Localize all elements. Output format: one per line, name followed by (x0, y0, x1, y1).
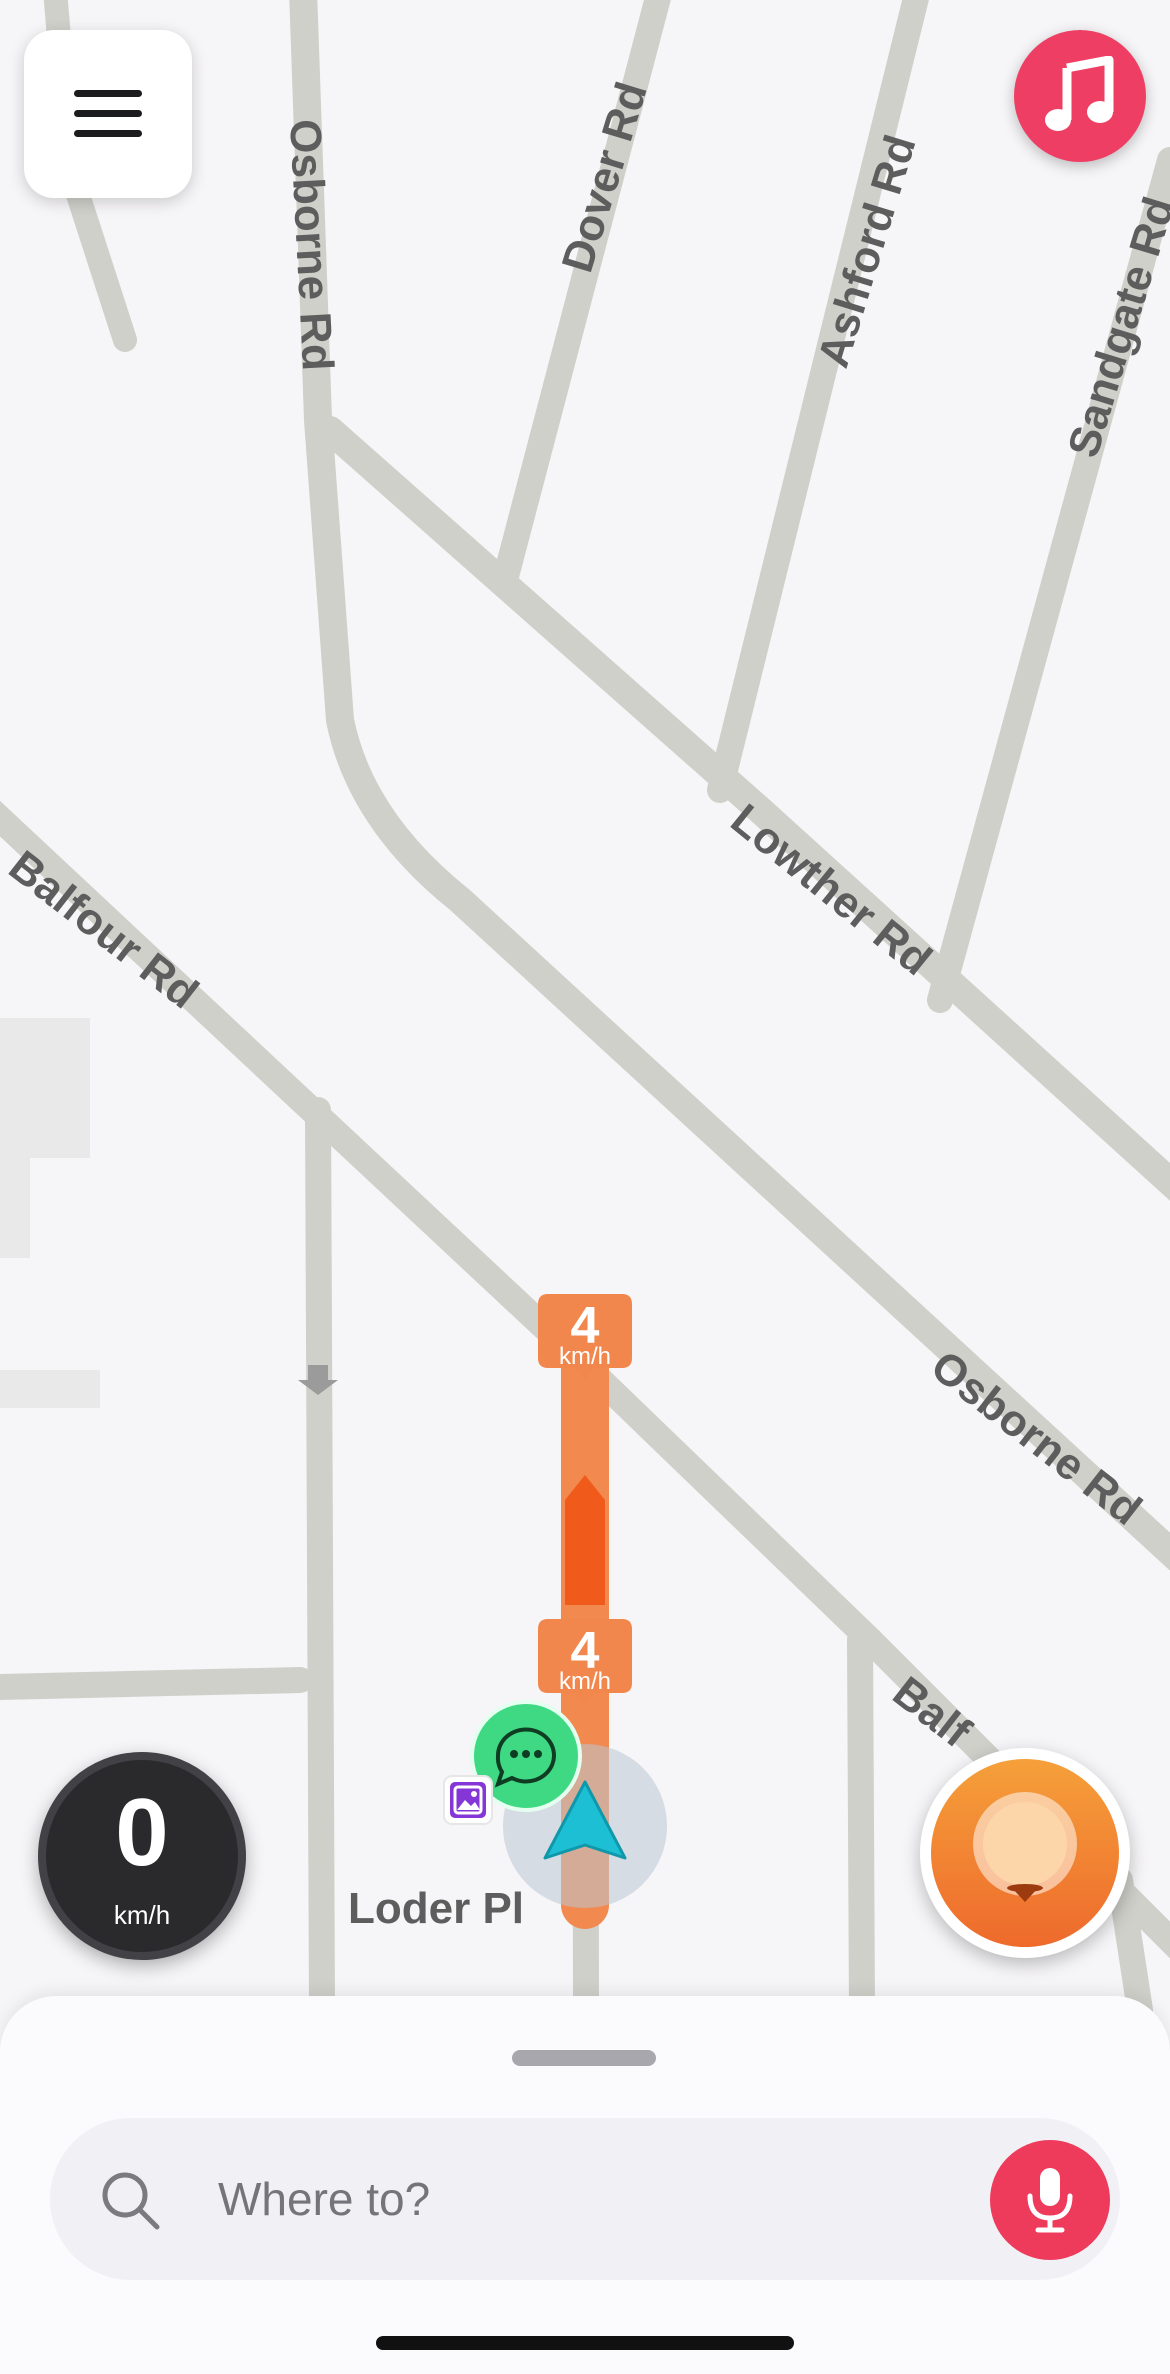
menu-button[interactable] (24, 30, 192, 198)
speedometer: 0 km/h (38, 1752, 246, 1960)
music-note-icon (1045, 56, 1114, 131)
building-block (0, 1370, 100, 1408)
sheet-grabber[interactable] (512, 2050, 656, 2066)
building-block (0, 1018, 90, 1258)
street-label-osborne-rd-north: Osborne Rd (280, 118, 342, 372)
report-pin-icon (973, 1792, 1077, 1902)
street-label-balfour-rd: Balfour Rd (0, 841, 207, 1018)
home-indicator (376, 2336, 794, 2350)
hamburger-menu-icon (74, 90, 142, 137)
street-label-dover-rd: Dover Rd (553, 77, 657, 278)
photo-icon[interactable] (443, 1775, 493, 1825)
speed-marker[interactable]: 4 km/h (538, 1294, 632, 1380)
search-icon (102, 2172, 160, 2230)
report-button[interactable] (920, 1748, 1130, 1958)
voice-search-button[interactable] (990, 2140, 1110, 2260)
microphone-icon (1027, 2168, 1073, 2233)
search-input[interactable] (218, 2118, 978, 2280)
speed-marker-unit: km/h (559, 1343, 611, 1370)
speed-unit: km/h (113, 1900, 171, 1930)
speed-value: 0 (115, 1779, 169, 1886)
search-bar[interactable] (50, 2118, 1120, 2280)
street-label-sandgate-rd: Sandgate Rd (1059, 191, 1170, 462)
speed-marker[interactable]: 4 km/h (538, 1619, 632, 1705)
bottom-sheet[interactable] (0, 1996, 1170, 2374)
music-button[interactable] (1014, 30, 1146, 162)
street-label-osborne-rd-south: Osborne Rd (922, 1341, 1151, 1535)
street-label-ashford-rd: Ashford Rd (809, 130, 926, 373)
street-label-lowther-rd: Lowther Rd (722, 795, 941, 985)
street-label-loder-pl: Loder Pl (348, 1884, 524, 1933)
speed-marker-unit: km/h (559, 1668, 611, 1695)
